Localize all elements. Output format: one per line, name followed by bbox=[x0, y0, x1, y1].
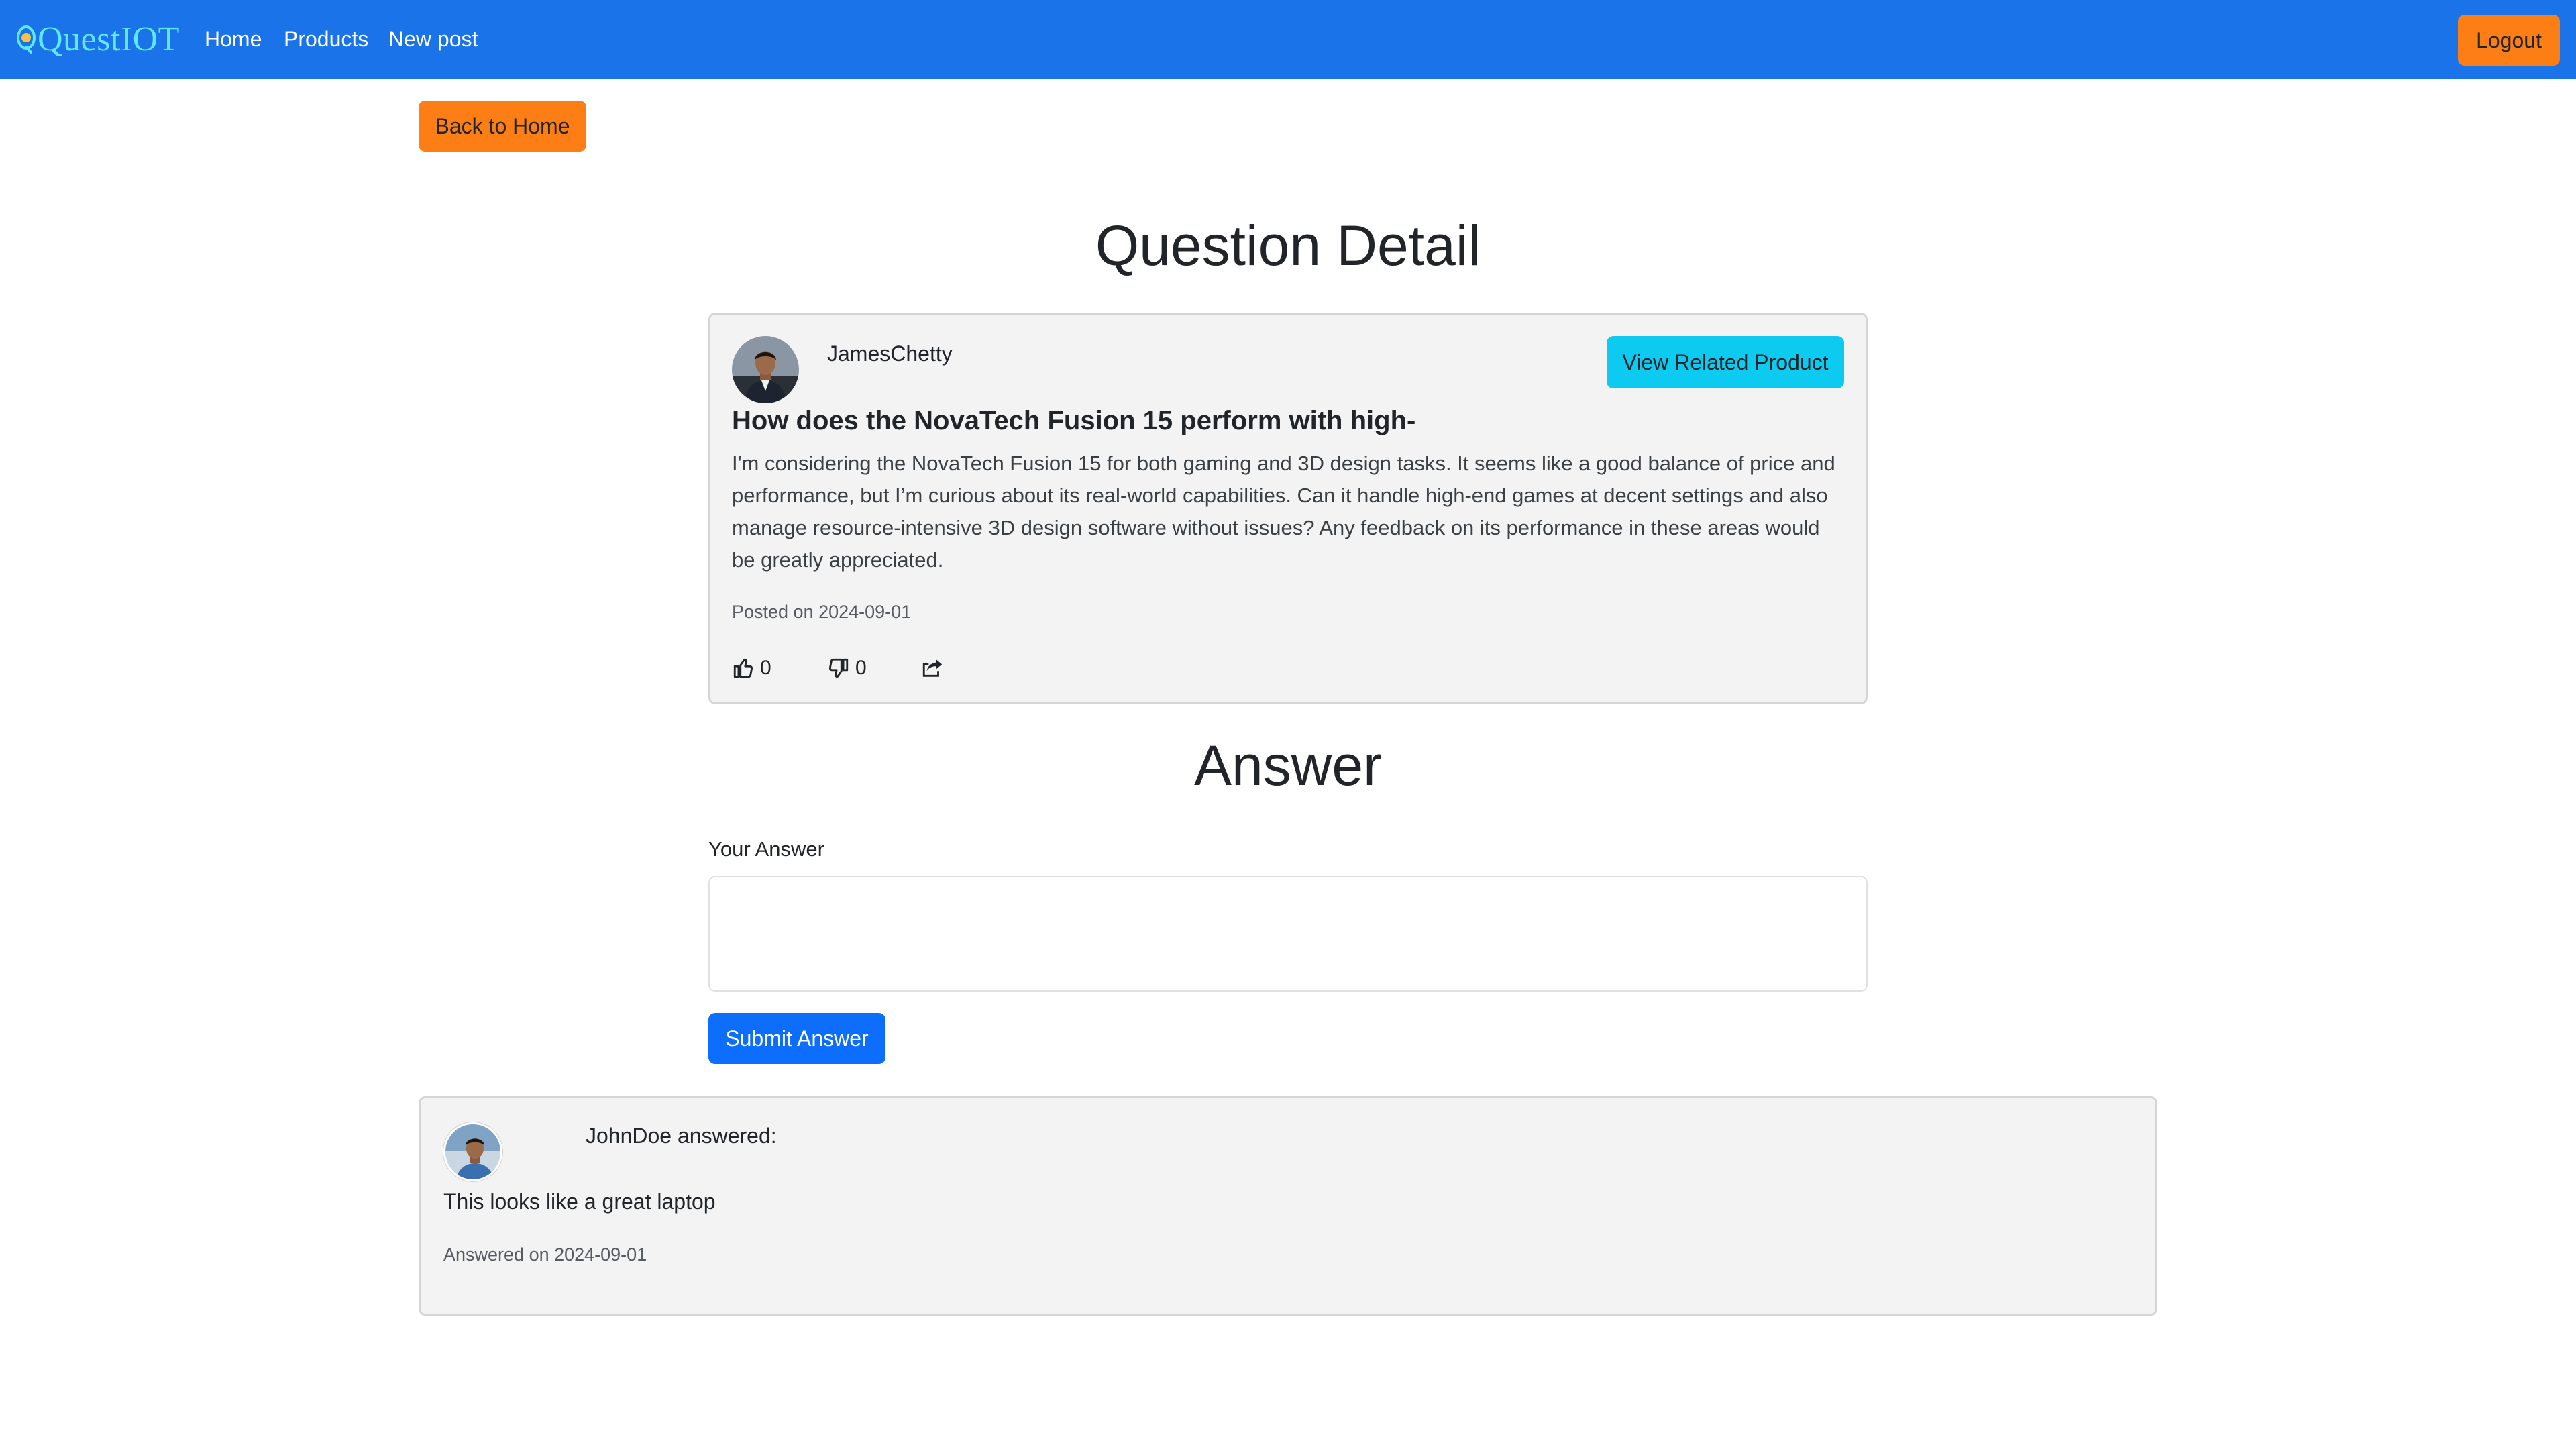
share-icon bbox=[922, 659, 943, 677]
nav-products-link[interactable]: Products bbox=[284, 27, 368, 52]
question-body: I'm considering the NovaTech Fusion 15 f… bbox=[732, 451, 1835, 572]
like-button[interactable]: 0 bbox=[732, 653, 771, 683]
page-title: Question Detail bbox=[1095, 214, 1481, 277]
answer-section-title: Answer bbox=[1193, 734, 1383, 797]
question-heading: How does the NovaTech Fusion 15 perform … bbox=[732, 406, 1416, 435]
thumbs-up-icon bbox=[733, 658, 753, 678]
logout-button[interactable]: Logout bbox=[2458, 15, 2560, 66]
nav-home-link[interactable]: Home bbox=[205, 27, 262, 52]
answer-card: JohnDoe answered: This looks like a grea… bbox=[419, 1096, 2157, 1316]
answer-input[interactable] bbox=[708, 876, 1868, 992]
question-card: JamesChetty View Related Product How doe… bbox=[708, 313, 1868, 704]
brand-logo[interactable]: QuestIOT bbox=[16, 17, 180, 60]
thumbs-down-icon bbox=[828, 658, 849, 678]
avatar bbox=[732, 336, 799, 403]
answer-date: Answered on 2024-09-01 bbox=[443, 1244, 647, 1265]
avatar bbox=[443, 1122, 502, 1181]
question-author: JamesChetty bbox=[827, 341, 953, 366]
top-navbar: QuestIOT Home Products New post Logout bbox=[0, 0, 2576, 79]
answer-field-label: Your Answer bbox=[708, 837, 824, 861]
back-to-home-button[interactable]: Back to Home bbox=[419, 101, 586, 152]
answer-body: This looks like a great laptop bbox=[443, 1189, 716, 1214]
dislike-count: 0 bbox=[855, 657, 867, 679]
submit-answer-button[interactable]: Submit Answer bbox=[708, 1013, 885, 1064]
question-posted-date: Posted on 2024-09-01 bbox=[732, 602, 912, 622]
dislike-button[interactable]: 0 bbox=[827, 653, 867, 683]
brand-logo-icon bbox=[16, 24, 36, 54]
like-count: 0 bbox=[760, 657, 771, 679]
share-button[interactable] bbox=[921, 653, 944, 683]
brand-name: QuestIOT bbox=[38, 19, 180, 58]
nav-new-post-link[interactable]: New post bbox=[388, 27, 478, 52]
answer-author: JohnDoe answered: bbox=[586, 1124, 777, 1148]
view-related-product-button[interactable]: View Related Product bbox=[1607, 336, 1844, 388]
